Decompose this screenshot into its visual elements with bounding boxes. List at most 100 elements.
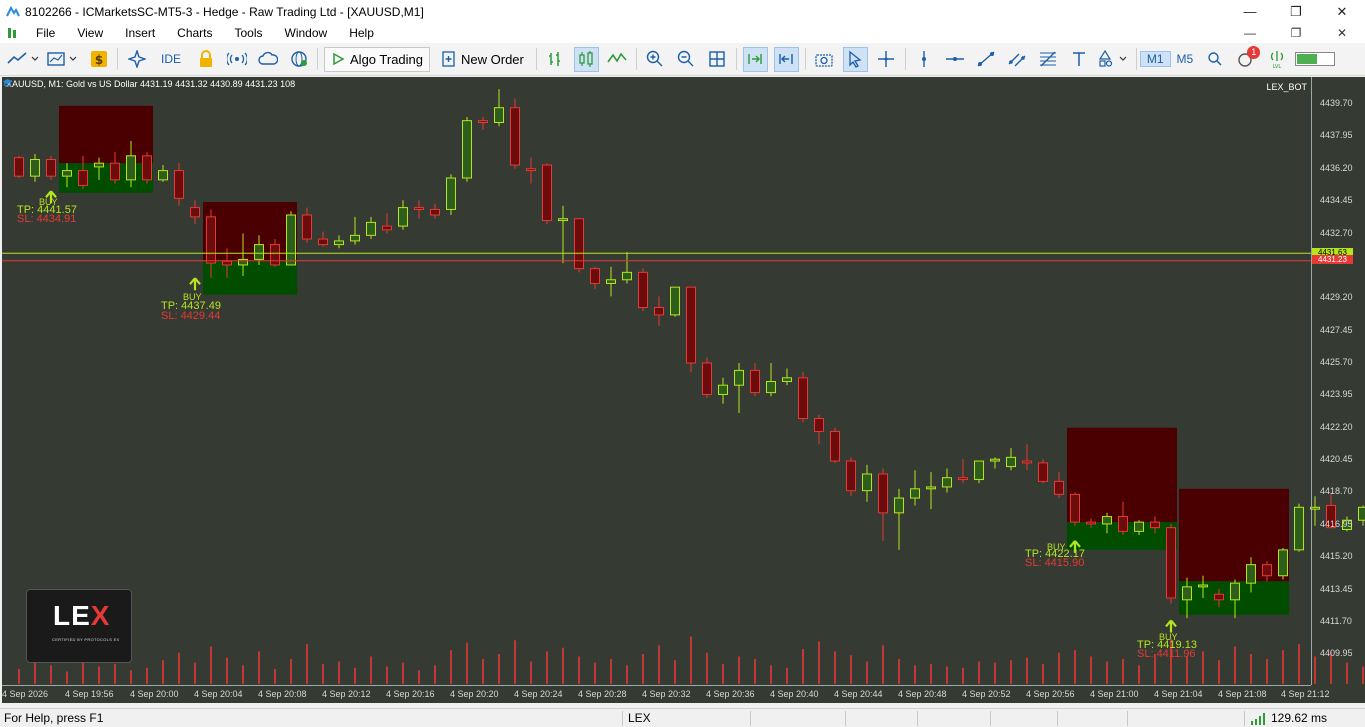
candle-body: [782, 377, 792, 382]
grid-icon: [709, 51, 726, 67]
market-button[interactable]: $: [86, 47, 111, 72]
shapes-dropdown[interactable]: [1098, 47, 1130, 72]
price-label: 4423.95: [1320, 389, 1353, 399]
timeframe-m5[interactable]: M5: [1171, 52, 1200, 66]
candle-body: [814, 418, 824, 432]
price-label: 4437.95: [1320, 130, 1353, 140]
time-label: 4 Sep 20:40: [770, 689, 819, 699]
candle-body: [1294, 506, 1304, 551]
maximize-button[interactable]: ❐: [1273, 0, 1319, 23]
autoscroll-button[interactable]: [742, 46, 768, 72]
toolbar-separator: [117, 48, 118, 70]
candle-body: [46, 159, 56, 177]
chart-window-icon[interactable]: [7, 26, 21, 40]
cursor-tool-button[interactable]: [842, 46, 868, 72]
time-axis[interactable]: 4 Sep 2026 4 Sep 19:56 4 Sep 20:00 4 Sep…: [2, 685, 1330, 703]
menu-tools[interactable]: Tools: [224, 26, 274, 40]
notification-badge: 1: [1247, 45, 1261, 59]
candle-body: [126, 155, 136, 181]
chart-restore-button[interactable]: ❐: [1273, 23, 1319, 43]
new-order-button[interactable]: New Order: [436, 47, 530, 72]
menu-help[interactable]: Help: [338, 26, 385, 40]
connection-strength-icon: [1251, 713, 1265, 725]
notifications-button[interactable]: 1: [1233, 45, 1261, 72]
channel-button[interactable]: [1005, 47, 1030, 72]
candle-body: [414, 207, 424, 210]
close-button[interactable]: ✕: [1319, 0, 1365, 23]
market-globe-button[interactable]: [286, 47, 311, 72]
time-label: 4 Sep 20:20: [450, 689, 499, 699]
candle-body: [830, 430, 840, 462]
zoom-in-button[interactable]: [643, 47, 668, 72]
expert-hat-icon[interactable]: [2, 77, 13, 88]
minimize-button[interactable]: —: [1227, 0, 1273, 23]
candle-body: [1070, 493, 1080, 523]
fibonacci-button[interactable]: [1036, 47, 1061, 72]
logo-main-text: LE: [53, 600, 91, 631]
algo-trading-button[interactable]: Algo Trading: [324, 46, 431, 72]
candlestick-button[interactable]: [573, 46, 599, 72]
antenna-icon: LVL: [1270, 51, 1283, 69]
chart-close-button[interactable]: ✕: [1319, 23, 1365, 43]
time-label: 4 Sep 20:08: [258, 689, 307, 699]
chart-shift-button[interactable]: [773, 46, 799, 72]
take-profit-zone: [203, 202, 297, 262]
text-tool-button[interactable]: [1067, 47, 1092, 72]
logo-subtitle: CERTIFIED BY PROTOCOLS EX: [52, 637, 120, 642]
chart-canvas[interactable]: [2, 77, 1365, 703]
signal-strength-button[interactable]: LVL: [1264, 47, 1289, 72]
channel-icon: [1008, 53, 1026, 67]
menu-charts[interactable]: Charts: [166, 26, 223, 40]
expert-advisor-label[interactable]: LEX_BOT: [1266, 82, 1307, 92]
zoom-out-button[interactable]: [674, 47, 699, 72]
candle-body: [1134, 521, 1144, 532]
timeframe-m1[interactable]: M1: [1139, 51, 1171, 67]
candle-body: [1246, 564, 1256, 584]
menu-view[interactable]: View: [66, 26, 114, 40]
line-chart-button[interactable]: [605, 47, 630, 72]
autoscroll-icon: [748, 54, 763, 64]
candle-body: [94, 162, 104, 168]
status-divider: [845, 711, 846, 726]
trendline-button[interactable]: [974, 47, 999, 72]
time-label: 4 Sep 20:04: [194, 689, 243, 699]
time-label: 4 Sep 20:52: [962, 689, 1011, 699]
line-chart-icon: [7, 52, 39, 64]
terminal-window: 8102266 - ICMarketsSC-MT5-3 - Hedge - Ra…: [0, 0, 1365, 727]
search-button[interactable]: [1202, 47, 1227, 72]
vertical-line-button[interactable]: [912, 47, 937, 72]
vps-button[interactable]: [255, 47, 280, 72]
toolbar-separator: [735, 48, 737, 70]
bar-chart-button[interactable]: [543, 47, 568, 72]
menu-insert[interactable]: Insert: [114, 26, 166, 40]
candle-body: [1038, 462, 1048, 482]
menu-window[interactable]: Window: [274, 26, 339, 40]
price-label: 4420.45: [1320, 454, 1353, 464]
screenshot-button[interactable]: [812, 47, 837, 72]
candle-body: [734, 369, 744, 386]
sparkle-icon: [127, 50, 146, 68]
time-label: 4 Sep 20:00: [130, 689, 179, 699]
crosshair-button[interactable]: [874, 47, 899, 72]
menu-bar: File View Insert Charts Tools Window Hel…: [0, 23, 1365, 43]
price-axis[interactable]: 4439.70 4437.95 4436.20 4434.45 4432.70 …: [1311, 77, 1365, 685]
candle-body: [174, 170, 184, 199]
symbol-header: XAUUSD, M1: Gold vs US Dollar 4431.19 44…: [6, 79, 296, 89]
lock-button[interactable]: [193, 47, 218, 72]
signals-button[interactable]: [224, 47, 249, 72]
line-chart-dropdown[interactable]: [6, 47, 40, 72]
menu-file[interactable]: File: [25, 26, 66, 40]
horizontal-line-button[interactable]: [943, 47, 968, 72]
chart-template-dropdown[interactable]: [46, 47, 80, 72]
line-icon: [607, 52, 627, 63]
price-chart[interactable]: XAUUSD, M1: Gold vs US Dollar 4431.19 44…: [2, 77, 1365, 703]
metaeditor-wizard-button[interactable]: [124, 47, 149, 72]
logo-x-text: X: [90, 600, 111, 631]
chart-minimize-button[interactable]: —: [1227, 23, 1273, 43]
candle-body: [926, 486, 936, 490]
time-label: 4 Sep 20:44: [834, 689, 883, 699]
take-profit-zone: [59, 105, 153, 164]
tile-windows-button[interactable]: [705, 47, 730, 72]
time-label: 4 Sep 21:12: [1281, 689, 1330, 699]
ide-button[interactable]: IDE: [155, 47, 187, 72]
